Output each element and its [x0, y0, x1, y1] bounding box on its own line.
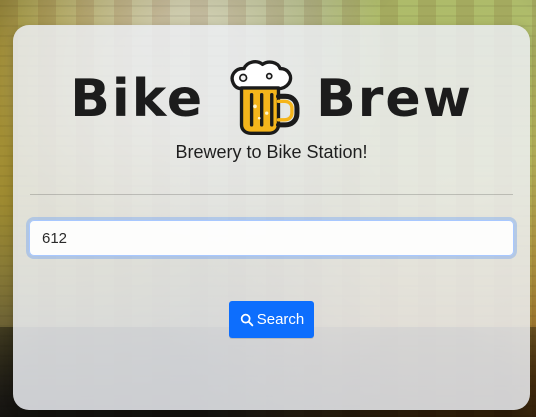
search-button[interactable]: Search — [229, 301, 314, 338]
search-card: Bike Brew Brewery to Bike Station! 612 S… — [13, 25, 530, 410]
subtitle: Brewery to Bike Station! — [175, 142, 368, 162]
beer-mug-icon — [230, 60, 300, 135]
brand-logo: Bike Brew — [13, 53, 530, 143]
search-button-label: Search — [256, 311, 305, 328]
logo-left-word: Bike — [70, 69, 205, 129]
logo-right-word: Brew — [316, 69, 473, 129]
search-icon — [240, 313, 254, 326]
divider — [30, 194, 513, 195]
search-input[interactable] — [29, 220, 514, 256]
